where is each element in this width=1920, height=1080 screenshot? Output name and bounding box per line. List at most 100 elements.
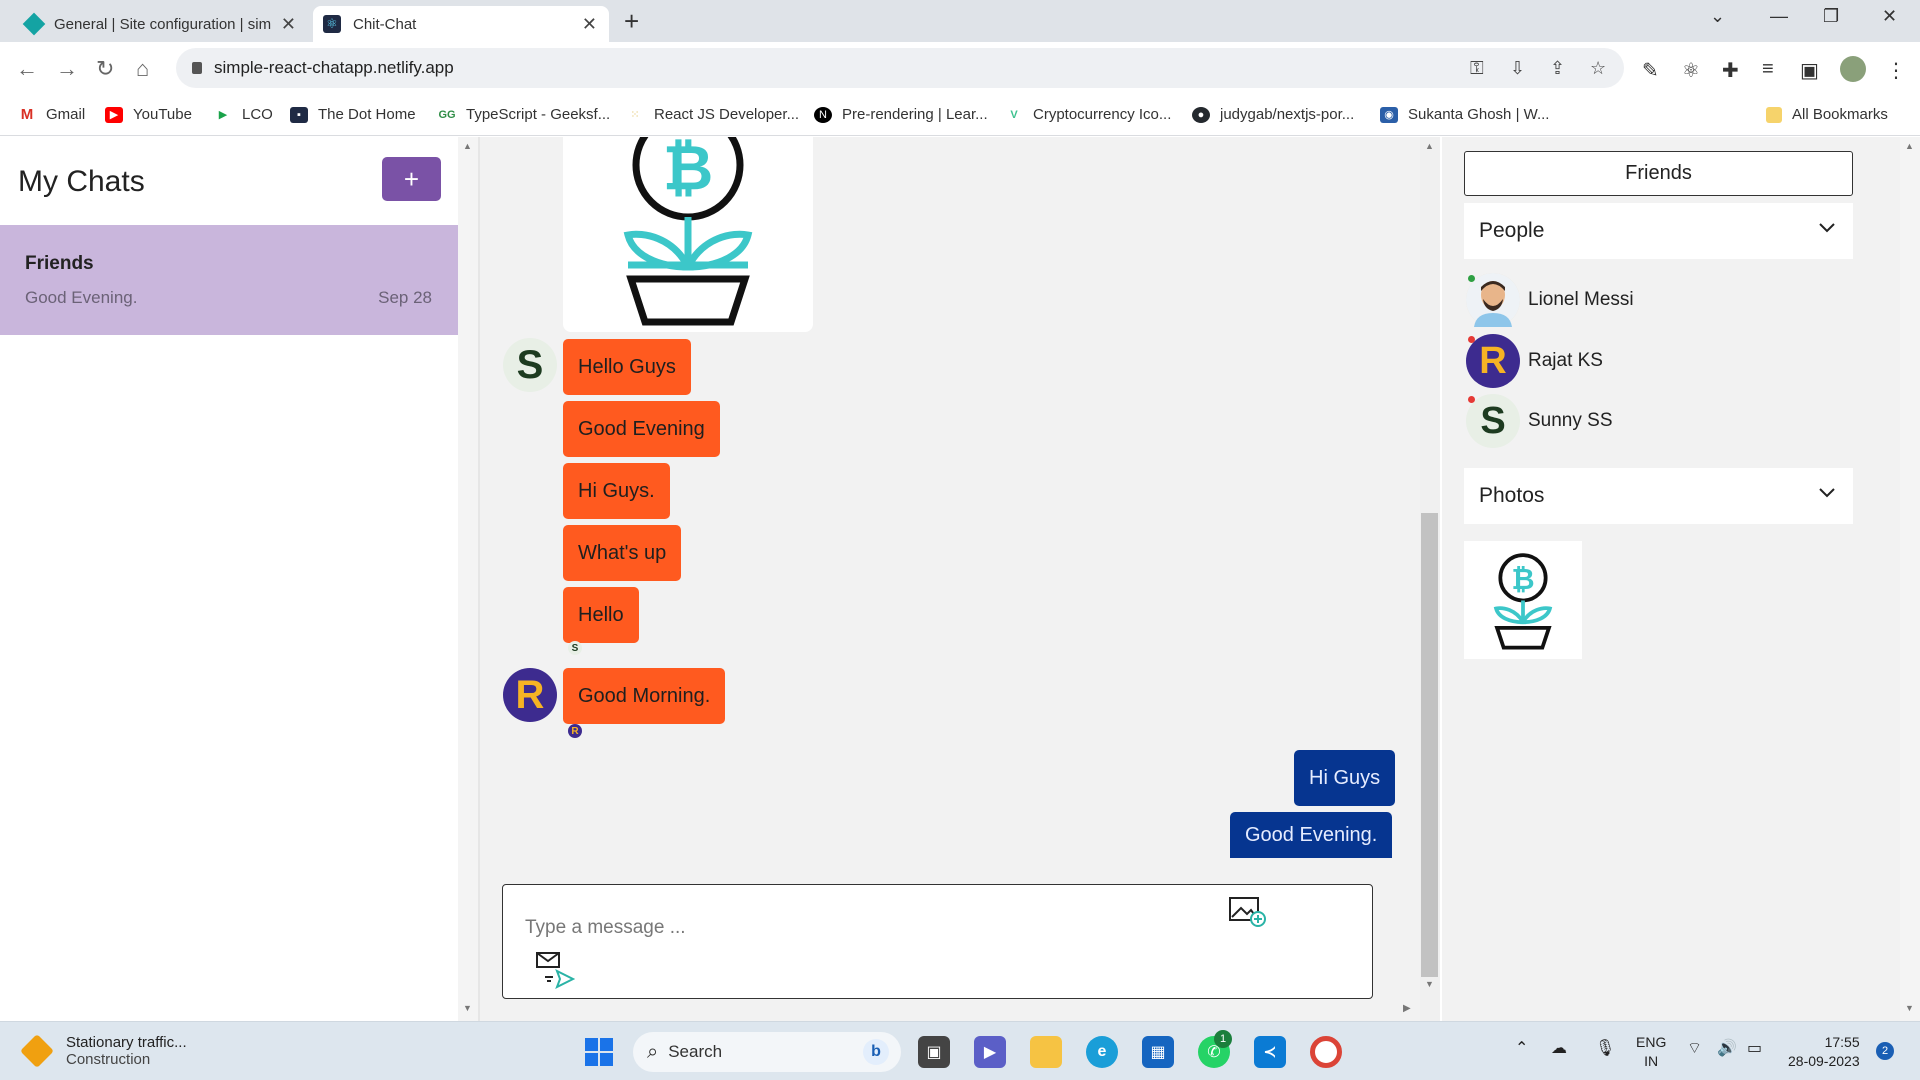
chrome-icon[interactable] (1310, 1036, 1342, 1068)
right-scrollbar[interactable]: ▲ ▼ (1900, 137, 1920, 1021)
avatar-letter: S (1480, 399, 1506, 442)
minimize-icon[interactable]: — (1770, 6, 1788, 27)
scroll-up-icon[interactable]: ▲ (1425, 141, 1434, 151)
scrollbar-thumb[interactable] (1421, 513, 1438, 977)
notification-badge[interactable]: 2 (1876, 1042, 1894, 1060)
profile-avatar[interactable] (1840, 56, 1866, 82)
bookmark-star-icon[interactable]: ☆ (1590, 58, 1606, 79)
chevron-down-icon[interactable] (1817, 217, 1837, 243)
restore-icon[interactable]: ❐ (1823, 6, 1839, 27)
people-accordion[interactable]: People (1464, 203, 1853, 259)
teams-icon[interactable]: ▶ (974, 1036, 1006, 1068)
chat-list-item[interactable]: Friends Good Evening. Sep 28 (0, 225, 458, 335)
new-group-button[interactable]: + (382, 157, 441, 201)
person-item[interactable]: Lionel Messi (1466, 273, 1634, 327)
bookmark-label: All Bookmarks (1792, 106, 1888, 123)
reload-icon[interactable]: ↻ (96, 56, 114, 82)
key-icon[interactable]: ⚿ (1470, 58, 1484, 79)
bookmark-label: YouTube (133, 106, 192, 123)
left-scrollbar[interactable]: ▲ ▼ (458, 137, 478, 1021)
bookmark-lco[interactable]: ▶ LCO (214, 106, 273, 123)
person-item[interactable]: S Sunny SS (1466, 394, 1613, 448)
clock[interactable]: 17:55 28-09-2023 (1788, 1033, 1860, 1071)
microphone-icon[interactable]: 🎙 (1595, 1038, 1615, 1058)
wifi-icon[interactable]: ⌔ (1687, 1038, 1702, 1058)
chat-date: Sep 28 (378, 288, 432, 307)
scroll-up-icon[interactable]: ▲ (463, 141, 472, 151)
task-view-icon[interactable]: ▣ (918, 1036, 950, 1068)
bookmark-dot-home[interactable]: ▪ The Dot Home (290, 106, 416, 123)
message-bubble: Good Morning. (563, 668, 726, 724)
bookmark-sukanta[interactable]: ◉ Sukanta Ghosh | W... (1380, 106, 1549, 123)
chevron-right-icon[interactable]: ▶ (1403, 1003, 1411, 1014)
bookmark-react-developer[interactable]: ⁙ React JS Developer... (626, 106, 799, 123)
chat-title-button[interactable]: Friends (1464, 151, 1853, 196)
send-icon[interactable] (535, 949, 576, 994)
language-indicator[interactable]: ENG IN (1636, 1033, 1666, 1071)
close-icon[interactable]: ✕ (582, 14, 597, 35)
tab-chit-chat[interactable]: ⚛ Chit-Chat ✕ (313, 6, 609, 42)
geeksforgeeks-icon: GG (438, 106, 456, 123)
scroll-down-icon[interactable]: ▼ (1905, 1003, 1914, 1013)
weather-widget[interactable]: Stationary traffic... Construction (20, 1034, 187, 1068)
vscode-icon[interactable]: ≺ (1254, 1036, 1286, 1068)
bookmark-github[interactable]: ● judygab/nextjs-por... (1192, 106, 1354, 123)
lock-icon[interactable] (192, 62, 202, 74)
bookmark-gmail[interactable]: M Gmail (18, 106, 85, 123)
all-bookmarks[interactable]: All Bookmarks (1766, 106, 1888, 123)
offline-status-dot (1468, 396, 1475, 403)
back-icon[interactable]: ← (16, 56, 38, 82)
image-message[interactable]: ₿ (563, 109, 813, 332)
battery-icon[interactable]: ▭ (1747, 1038, 1762, 1058)
section-title: People (1479, 219, 1545, 242)
person-item[interactable]: R Rajat KS (1466, 334, 1603, 388)
bookmark-youtube[interactable]: ▶ YouTube (105, 106, 192, 123)
shared-photo[interactable]: ₿ (1464, 541, 1582, 659)
reading-list-icon[interactable]: ≡ (1762, 58, 1774, 81)
menu-icon[interactable]: ⋮ (1886, 58, 1906, 83)
bookmark-cryptocurrency[interactable]: V Cryptocurrency Ico... (1005, 106, 1171, 123)
react-devtools-icon[interactable]: ⚛ (1682, 58, 1700, 83)
netlify-icon (22, 12, 46, 36)
attach-image-icon[interactable] (1227, 895, 1269, 932)
taskbar-search[interactable]: ⌕ Search b (633, 1032, 901, 1072)
chevron-down-icon[interactable] (1817, 482, 1837, 508)
photos-accordion[interactable]: Photos (1464, 468, 1853, 524)
tab-site-configuration[interactable]: General | Site configuration | sim ✕ (12, 6, 308, 42)
share-icon[interactable]: ⇪ (1550, 58, 1565, 79)
home-icon[interactable]: ⌂ (136, 56, 149, 82)
onedrive-icon[interactable]: ☁ (1551, 1038, 1567, 1058)
my-chats-panel: My Chats + Friends Good Evening. Sep 28 (0, 137, 458, 1021)
install-icon[interactable]: ⇩ (1510, 58, 1525, 79)
scroll-down-icon[interactable]: ▼ (1425, 979, 1434, 989)
close-icon[interactable]: ✕ (281, 14, 296, 35)
bookmark-pre-rendering[interactable]: N Pre-rendering | Lear... (814, 106, 988, 123)
window-close-icon[interactable]: ✕ (1882, 6, 1897, 27)
scroll-down-icon[interactable]: ▼ (463, 1003, 472, 1013)
avatar[interactable]: S (503, 338, 557, 392)
svg-text:₿: ₿ (663, 137, 714, 203)
new-tab-button[interactable]: + (624, 6, 639, 37)
chevron-up-icon[interactable]: ⌃ (1515, 1038, 1528, 1058)
bing-icon[interactable]: b (863, 1039, 889, 1065)
dotted-icon: ⁙ (626, 106, 644, 123)
traffic-warning-icon (20, 1034, 54, 1068)
scroll-up-icon[interactable]: ▲ (1905, 141, 1914, 151)
extensions-icon[interactable]: ✚ (1722, 58, 1739, 83)
tab-search-icon[interactable]: ⌄ (1710, 6, 1725, 27)
page-title: My Chats (18, 165, 145, 198)
avatar[interactable]: R (503, 668, 557, 722)
edge-icon[interactable]: e (1086, 1036, 1118, 1068)
volume-icon[interactable]: 🔊 (1717, 1038, 1737, 1058)
address-bar[interactable]: simple-react-chatapp.netlify.app ⚿ ⇩ ⇪ ☆ (176, 48, 1624, 88)
start-button[interactable] (583, 1036, 615, 1068)
file-explorer-icon[interactable] (1030, 1036, 1062, 1068)
forward-icon[interactable]: → (56, 56, 78, 82)
side-panel-icon[interactable]: ▣ (1800, 58, 1819, 83)
weather-subtitle: Construction (66, 1051, 151, 1068)
message-input[interactable] (525, 913, 1205, 943)
bookmarks-bar: M Gmail ▶ YouTube ▶ LCO ▪ The Dot Home GG Typ… (0, 96, 1920, 136)
store-icon[interactable]: ▦ (1142, 1036, 1174, 1068)
bookmark-typescript[interactable]: GG TypeScript - Geeksf... (438, 106, 610, 123)
eyedropper-icon[interactable]: ✎ (1642, 58, 1659, 83)
